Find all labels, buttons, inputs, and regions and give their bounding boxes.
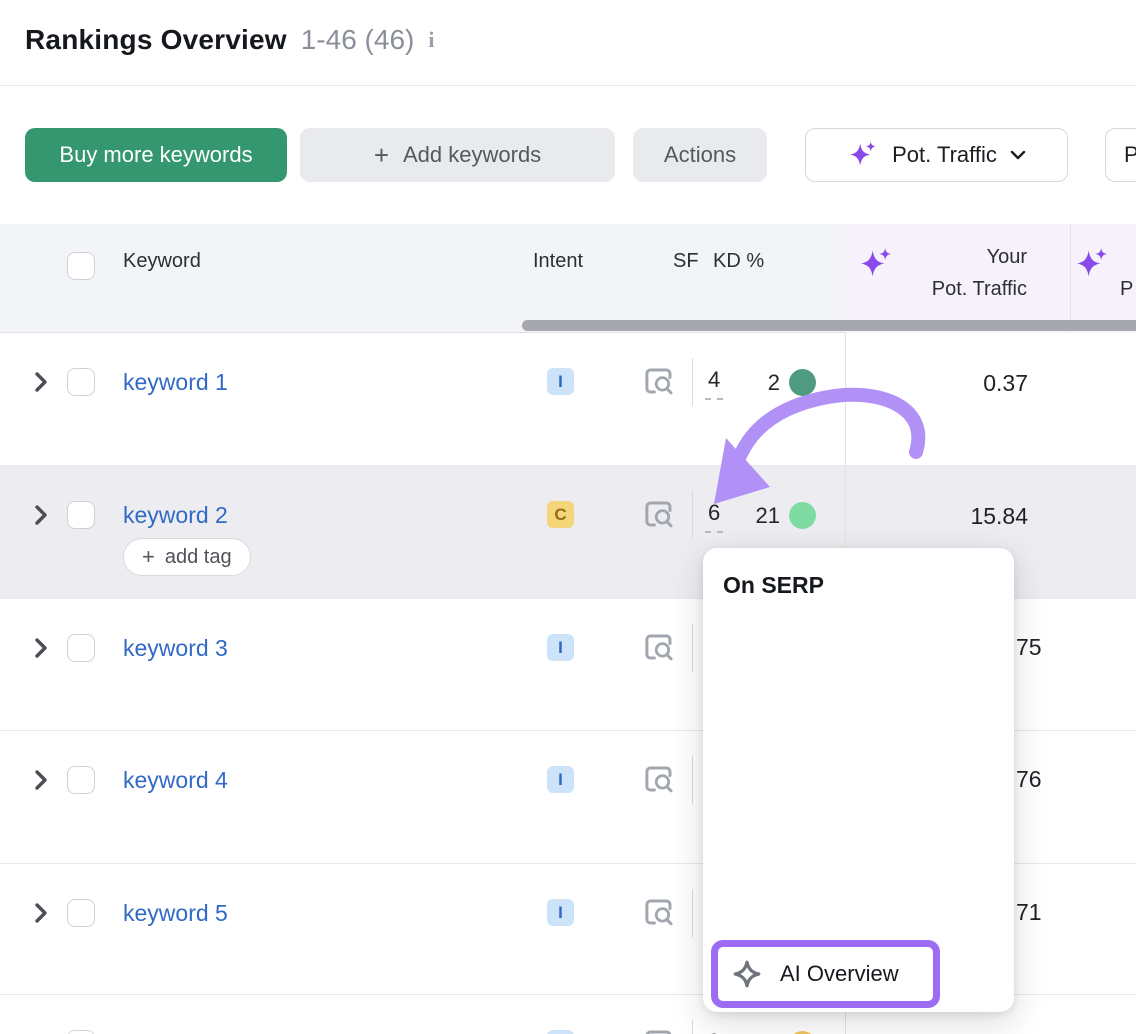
select-all-checkbox[interactable] <box>67 252 95 280</box>
horizontal-scrollbar[interactable] <box>522 320 1136 331</box>
kd-value: 21 <box>730 503 780 529</box>
keyword-link[interactable]: keyword 5 <box>123 900 228 927</box>
expand-chevron-icon[interactable] <box>33 768 49 792</box>
expand-chevron-icon[interactable] <box>33 503 49 527</box>
row-checkbox[interactable] <box>67 766 95 794</box>
intent-badge: I <box>547 1030 574 1034</box>
row-checkbox[interactable] <box>67 634 95 662</box>
column-header-partial[interactable]: P <box>1120 278 1133 301</box>
actions-button[interactable]: Actions <box>633 128 767 182</box>
intent-badge: I <box>547 899 574 926</box>
result-range: 1-46 (46) <box>301 24 415 56</box>
add-keywords-label: Add keywords <box>403 142 541 168</box>
ai-sparkles-icon <box>1072 244 1112 284</box>
column-header-your-pot-traffic[interactable]: Pot. Traffic <box>845 278 1027 301</box>
title-bar: Rankings Overview 1-46 (46) i <box>0 0 1136 86</box>
info-icon[interactable]: i <box>428 27 434 53</box>
keyword-link[interactable]: keyword 2 <box>123 502 228 529</box>
cell-divider <box>692 1020 693 1034</box>
cell-divider <box>692 624 693 672</box>
sf-count[interactable]: 9 <box>705 1029 723 1034</box>
add-tag-label: add tag <box>165 546 232 569</box>
row-checkbox[interactable] <box>67 1030 95 1034</box>
intent-badge: I <box>547 368 574 395</box>
serp-features-icon[interactable] <box>644 765 674 793</box>
serp-features-icon[interactable] <box>644 898 674 926</box>
plus-icon: + <box>142 546 155 568</box>
ai-overview-icon <box>732 959 762 989</box>
pot-traffic-value-partial: 71 <box>1016 899 1042 926</box>
buy-more-keywords-button[interactable]: Buy more keywords <box>25 128 287 182</box>
add-keywords-button[interactable]: + Add keywords <box>300 128 615 182</box>
pot-traffic-dropdown[interactable]: Pot. Traffic <box>805 128 1068 182</box>
column-header-kd[interactable]: KD % <box>713 250 764 273</box>
kd-difficulty-dot <box>789 369 816 396</box>
serp-features-icon[interactable] <box>644 500 674 528</box>
menu-item-label: AI Overview <box>780 961 899 987</box>
row-checkbox[interactable] <box>67 501 95 529</box>
column-divider <box>845 333 846 465</box>
table-row: keyword 1 I 4 2 0.37 <box>0 333 1136 466</box>
cell-divider <box>692 491 693 539</box>
column-header-your[interactable]: Your <box>845 246 1027 269</box>
partial-right-button[interactable]: P <box>1105 128 1136 182</box>
chevron-down-icon <box>1009 146 1027 164</box>
keyword-link[interactable]: keyword 3 <box>123 635 228 662</box>
cell-divider <box>692 358 693 406</box>
pot-traffic-value: 0.37 <box>845 370 1028 397</box>
kd-value: 2 <box>730 370 780 396</box>
keyword-link[interactable]: keyword 4 <box>123 767 228 794</box>
column-header-intent[interactable]: Intent <box>533 250 583 273</box>
cell-divider <box>692 756 693 804</box>
sf-count[interactable]: 4 <box>705 367 723 400</box>
intent-badge: I <box>547 766 574 793</box>
column-header-sf[interactable]: SF <box>673 250 699 273</box>
menu-item-ai-overview[interactable]: AI Overview <box>711 940 940 1008</box>
keyword-link[interactable]: keyword 1 <box>123 369 228 396</box>
popup-heading: On SERP <box>723 572 824 599</box>
sf-count[interactable]: 6 <box>705 500 723 533</box>
intent-badge: I <box>547 634 574 661</box>
pot-traffic-value-partial: 75 <box>1016 634 1042 661</box>
pot-traffic-label: Pot. Traffic <box>892 142 997 168</box>
pot-traffic-value: 15.84 <box>845 503 1028 530</box>
expand-chevron-icon[interactable] <box>33 370 49 394</box>
add-tag-button[interactable]: + add tag <box>123 538 251 576</box>
ai-sparkles-icon <box>846 138 880 172</box>
serp-features-icon[interactable] <box>644 1029 674 1034</box>
row-checkbox[interactable] <box>67 368 95 396</box>
pot-traffic-value-partial: 76 <box>1016 766 1042 793</box>
plus-icon: + <box>374 142 389 168</box>
expand-chevron-icon[interactable] <box>33 901 49 925</box>
expand-chevron-icon[interactable] <box>33 636 49 660</box>
column-header-keyword[interactable]: Keyword <box>123 250 201 273</box>
serp-features-icon[interactable] <box>644 633 674 661</box>
cell-divider <box>692 889 693 937</box>
serp-features-icon[interactable] <box>644 367 674 395</box>
page-title: Rankings Overview <box>25 24 287 56</box>
rankings-overview-page: Rankings Overview 1-46 (46) i Buy more k… <box>0 0 1136 1034</box>
kd-difficulty-dot <box>789 502 816 529</box>
intent-badge: C <box>547 501 574 528</box>
row-checkbox[interactable] <box>67 899 95 927</box>
